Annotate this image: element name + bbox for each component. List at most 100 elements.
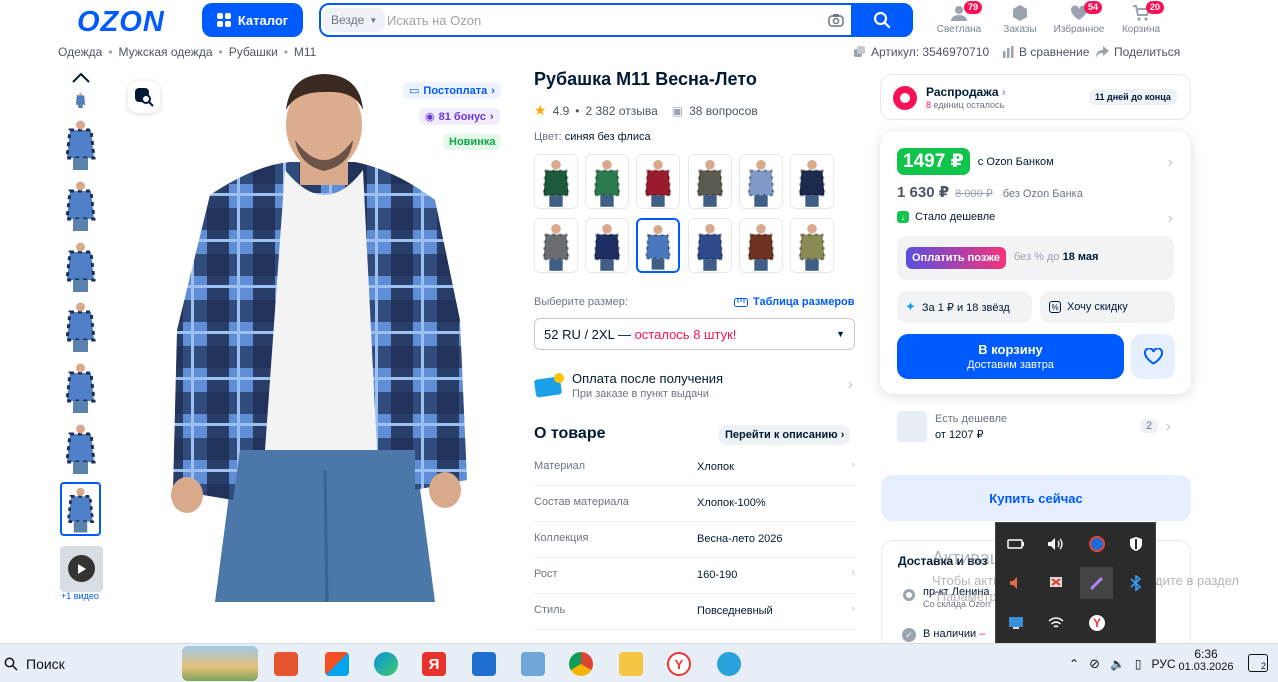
- property-row: Рост 160-190 ›: [534, 564, 855, 594]
- cart-badge: 20: [1146, 1, 1165, 14]
- network-off-icon[interactable]: ⊘: [1089, 656, 1100, 672]
- gallery-thumb[interactable]: [60, 361, 101, 413]
- price-drop-row[interactable]: ↓ Стало дешевле: [897, 211, 995, 223]
- pen-icon[interactable]: [1080, 567, 1113, 599]
- sale-banner[interactable]: Распродажа › 8 единиц осталось 11 дней д…: [880, 74, 1191, 120]
- gallery-thumb[interactable]: [60, 118, 101, 170]
- breadcrumb-item[interactable]: Одежда: [58, 45, 102, 59]
- battery-icon[interactable]: [1004, 532, 1028, 556]
- stars-offer-button[interactable]: ✦ За 1 ₽ и 18 звёзд: [897, 291, 1032, 323]
- color-swatch[interactable]: [687, 218, 732, 273]
- clock[interactable]: 6:36 01.03.2026: [1178, 647, 1234, 673]
- pay-later-button[interactable]: Оплатить позже: [906, 247, 1006, 269]
- breadcrumb-item[interactable]: Рубашки: [229, 45, 278, 59]
- search-input[interactable]: Искать на Ozon: [387, 13, 481, 28]
- color-swatch[interactable]: [585, 218, 630, 273]
- postpay-info[interactable]: Оплата после получения При заказе в пунк…: [534, 370, 855, 404]
- gallery-thumb[interactable]: [60, 482, 101, 536]
- size-select[interactable]: 52 RU / 2XL — осталось 8 штук! ▼: [534, 318, 855, 350]
- reviews-link[interactable]: 2 382 отзыва: [585, 104, 657, 118]
- share-link[interactable]: Поделиться: [1096, 45, 1180, 59]
- sound-muted-icon[interactable]: [1004, 571, 1028, 595]
- header-orders[interactable]: Заказы: [994, 4, 1046, 35]
- color-swatch[interactable]: [534, 154, 578, 209]
- breadcrumb-item[interactable]: M11: [294, 45, 316, 59]
- color-swatch[interactable]: [636, 218, 681, 273]
- header-user[interactable]: 79 Светлана: [933, 1, 985, 35]
- yandex-browser-icon[interactable]: Y: [1085, 611, 1109, 635]
- gallery-thumb[interactable]: [60, 92, 101, 108]
- color-swatch[interactable]: [738, 218, 783, 273]
- bonus-badge[interactable]: ◉ 81 бонус ›: [419, 108, 500, 125]
- breadcrumb-item[interactable]: Мужская одежда: [119, 45, 213, 59]
- add-to-favorites-button[interactable]: [1131, 334, 1175, 379]
- outlook-icon[interactable]: [472, 652, 496, 676]
- bluetooth-icon[interactable]: [1124, 571, 1148, 595]
- gallery-thumb[interactable]: [60, 422, 101, 474]
- color-swatch[interactable]: [687, 154, 732, 209]
- gallery-thumb[interactable]: [60, 300, 101, 352]
- color-swatch[interactable]: [790, 154, 834, 209]
- store-icon[interactable]: [325, 652, 349, 676]
- header-cart[interactable]: 20 Корзина: [1115, 1, 1167, 35]
- compare-link[interactable]: В сравнение: [1002, 45, 1089, 59]
- taskbar-search[interactable]: Поиск: [4, 656, 65, 672]
- color-swatch[interactable]: [585, 154, 630, 209]
- color-swatch[interactable]: [738, 154, 783, 209]
- buy-now-button[interactable]: Купить сейчас: [881, 475, 1191, 521]
- color-swatch[interactable]: [790, 218, 834, 273]
- property-key: Стиль: [534, 604, 566, 616]
- chevron-right-icon[interactable]: ›: [851, 603, 855, 615]
- goto-description-button[interactable]: Перейти к описанию ›: [719, 425, 851, 445]
- postpay-badge[interactable]: ▭ Постоплата ›: [403, 82, 501, 99]
- phone-link-icon[interactable]: ▯: [1135, 657, 1142, 671]
- ozon-bank-price-row[interactable]: 1497 ₽ с Ozon Банком: [897, 148, 1054, 175]
- chevron-right-icon[interactable]: ›: [851, 567, 855, 579]
- display-icon[interactable]: [1004, 611, 1028, 635]
- search-highlight-image[interactable]: [182, 646, 258, 681]
- edge-icon[interactable]: [374, 652, 398, 676]
- chevron-right-icon: ›: [490, 110, 494, 123]
- find-similar-button[interactable]: [128, 81, 160, 113]
- media-player-icon[interactable]: [274, 652, 298, 676]
- questions-link[interactable]: 38 вопросов: [689, 104, 758, 118]
- size-table-link[interactable]: Таблица размеров: [734, 296, 855, 308]
- notifications-icon[interactable]: 2: [1248, 654, 1268, 672]
- sale-icon: [893, 86, 917, 110]
- search-scope-select[interactable]: Везде ▼: [323, 8, 386, 32]
- camera-icon[interactable]: [828, 13, 844, 27]
- want-discount-button[interactable]: % Хочу скидку: [1040, 291, 1175, 323]
- chrome-icon[interactable]: [569, 652, 593, 676]
- yandex-browser-taskbar-icon[interactable]: Y: [667, 652, 691, 676]
- article-number[interactable]: Артикул: 3546970710: [854, 45, 989, 59]
- gallery-thumb[interactable]: [60, 179, 101, 231]
- pay-later-block[interactable]: Оплатить позже без % до 18 мая: [897, 236, 1174, 280]
- catalog-button[interactable]: Каталог: [202, 3, 303, 37]
- speaker-icon[interactable]: [1044, 532, 1068, 556]
- cheaper-offers[interactable]: Есть дешевле от 1207 ₽ 2 ›: [880, 405, 1191, 450]
- telegram-icon[interactable]: [717, 652, 741, 676]
- yandex-icon[interactable]: Я: [422, 652, 446, 676]
- color-swatch[interactable]: [636, 154, 681, 209]
- ozon-logo[interactable]: OZON: [77, 6, 165, 39]
- thumbs-up-arrow[interactable]: [72, 72, 90, 83]
- video-thumb[interactable]: [60, 546, 103, 592]
- wifi-icon[interactable]: [1044, 611, 1068, 635]
- gallery-thumb[interactable]: [60, 240, 101, 292]
- language-indicator[interactable]: РУС: [1152, 657, 1176, 671]
- chevron-right-icon[interactable]: ›: [851, 459, 855, 471]
- notepad-icon[interactable]: [521, 652, 545, 676]
- add-to-cart-button[interactable]: В корзину Доставим завтра: [897, 334, 1124, 379]
- header-favorites[interactable]: 54 Избранное: [1053, 1, 1105, 35]
- shield-warning-icon[interactable]: [1124, 532, 1148, 556]
- chevron-right-icon: ›: [491, 84, 495, 97]
- color-swatch[interactable]: [534, 218, 578, 273]
- video-count-label[interactable]: +1 видео: [61, 591, 99, 601]
- search-button[interactable]: [851, 3, 913, 37]
- chevron-up-icon[interactable]: ⌃: [1069, 657, 1079, 671]
- update-app-icon[interactable]: [1085, 532, 1109, 556]
- volume-icon[interactable]: 🔈: [1110, 657, 1125, 671]
- rating-row[interactable]: ★ 4.9 • 2 382 отзыва ▣ 38 вопросов: [534, 102, 758, 119]
- file-explorer-icon[interactable]: [619, 652, 643, 676]
- network-error-icon[interactable]: [1044, 571, 1068, 595]
